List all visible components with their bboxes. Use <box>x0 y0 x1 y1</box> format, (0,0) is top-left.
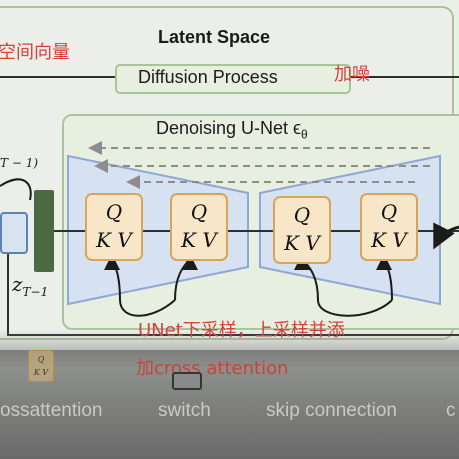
latent-var-label: zT−1 <box>12 272 48 299</box>
diagram-canvas: Latent Space 空间向量 Diffusion Process 加噪 D… <box>0 0 459 459</box>
attention-block-q: Q <box>105 200 123 224</box>
latent-block <box>34 190 54 272</box>
attention-block-kv: K V <box>96 228 132 252</box>
cond-branch-right <box>317 299 393 317</box>
attention-block-q: Q <box>190 200 208 224</box>
legend-mini-kv: K V <box>33 368 49 377</box>
attention-block-q: Q <box>380 200 398 224</box>
attention-block-2: Q K V <box>170 193 228 261</box>
legend-mini-q: Q <box>37 355 45 364</box>
switch-icon <box>172 372 202 390</box>
attention-block-kv: K V <box>284 231 320 255</box>
latent-var-top-fragment: T − 1) <box>0 156 39 170</box>
attention-block-4: Q K V <box>360 193 418 261</box>
latent-var-sub: T−1 <box>22 285 49 299</box>
conditioning-box <box>0 212 28 254</box>
attention-block-kv: K V <box>181 228 217 252</box>
legend-switch-label: switch <box>158 400 211 421</box>
loop-arrow <box>0 178 32 201</box>
latent-var-main: z <box>12 272 23 296</box>
legend-crossattention-label: ossattention <box>0 400 103 421</box>
cross-attention-note: 加cross attention <box>136 358 289 379</box>
attention-block-q: Q <box>293 203 311 227</box>
legend-attention-icon: Q K V <box>28 350 54 382</box>
bottom-fade <box>0 330 459 459</box>
attention-block-1: Q K V <box>85 193 143 261</box>
attention-block-3: Q K V <box>273 196 331 264</box>
cond-branch-left <box>119 299 176 317</box>
legend-last-label: c <box>446 400 456 421</box>
legend-skip-label: skip connection <box>266 400 397 421</box>
attention-block-kv: K V <box>371 228 407 252</box>
